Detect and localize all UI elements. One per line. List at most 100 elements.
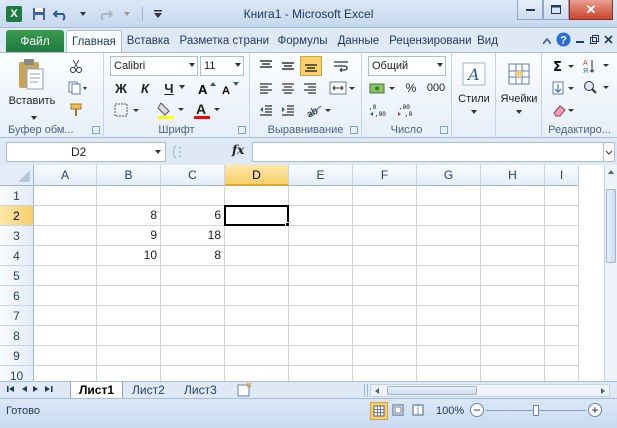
cell-b1[interactable] bbox=[97, 186, 161, 206]
cell-h5[interactable] bbox=[481, 266, 545, 286]
normal-view-icon[interactable] bbox=[370, 402, 388, 420]
cell-f1[interactable] bbox=[353, 186, 417, 206]
cell-a2[interactable] bbox=[34, 206, 97, 226]
cell-e4[interactable] bbox=[289, 246, 353, 266]
cell-b4[interactable]: 10 bbox=[97, 246, 161, 266]
align-top-icon[interactable] bbox=[256, 57, 276, 75]
underline-dropdown-icon[interactable] bbox=[178, 83, 186, 91]
cell-a5[interactable] bbox=[34, 266, 97, 286]
cell-e3[interactable] bbox=[289, 226, 353, 246]
horizontal-scroll-thumb[interactable] bbox=[387, 386, 477, 395]
column-header-d[interactable]: D bbox=[225, 165, 289, 186]
cell-c2[interactable]: 6 bbox=[161, 206, 225, 226]
row-header-5[interactable]: 5 bbox=[0, 266, 34, 286]
cell-c8[interactable] bbox=[161, 326, 225, 346]
column-header-b[interactable]: B bbox=[97, 165, 161, 186]
row-header-4[interactable]: 4 bbox=[0, 246, 34, 266]
fill-icon[interactable] bbox=[550, 79, 578, 97]
cell-h3[interactable] bbox=[481, 226, 545, 246]
font-name-select[interactable]: Calibri bbox=[110, 56, 198, 76]
prev-sheet-icon[interactable] bbox=[20, 383, 28, 397]
cell-f10[interactable] bbox=[353, 366, 417, 381]
styles-icon[interactable]: A bbox=[458, 59, 490, 89]
restore-button[interactable] bbox=[543, 0, 569, 20]
cell-b5[interactable] bbox=[97, 266, 161, 286]
styles-dropdown-icon[interactable] bbox=[470, 109, 478, 115]
align-middle-icon[interactable] bbox=[278, 57, 298, 75]
workbook-close-icon[interactable] bbox=[604, 35, 613, 47]
cell-i10[interactable] bbox=[545, 366, 579, 381]
cell-e10[interactable] bbox=[289, 366, 353, 381]
cell-i8[interactable] bbox=[545, 326, 579, 346]
tab-review[interactable]: Рецензировани bbox=[384, 30, 472, 52]
find-select-icon[interactable] bbox=[582, 79, 612, 97]
font-color-icon[interactable]: A bbox=[192, 99, 222, 121]
cells-button[interactable]: Ячейки bbox=[496, 93, 542, 105]
currency-icon[interactable] bbox=[368, 79, 398, 97]
zoom-out-button[interactable]: − bbox=[470, 403, 484, 417]
scroll-right-icon[interactable] bbox=[598, 386, 608, 396]
underline-button[interactable]: Ч bbox=[160, 79, 178, 97]
workbook-minimize-icon[interactable] bbox=[576, 35, 585, 47]
cell-d5[interactable] bbox=[225, 266, 289, 286]
first-sheet-icon[interactable] bbox=[6, 383, 16, 397]
cell-f3[interactable] bbox=[353, 226, 417, 246]
next-sheet-icon[interactable] bbox=[32, 383, 40, 397]
align-left-icon[interactable] bbox=[256, 79, 276, 97]
copy-icon[interactable] bbox=[66, 79, 90, 97]
bold-button[interactable]: Ж bbox=[112, 79, 130, 97]
insert-function-button[interactable]: fx bbox=[232, 143, 244, 157]
row-header-1[interactable]: 1 bbox=[0, 186, 34, 206]
cell-a8[interactable] bbox=[34, 326, 97, 346]
column-header-i[interactable]: I bbox=[545, 165, 579, 186]
cell-a7[interactable] bbox=[34, 306, 97, 326]
cell-h4[interactable] bbox=[481, 246, 545, 266]
horizontal-scrollbar[interactable] bbox=[370, 384, 610, 397]
cell-d4[interactable] bbox=[225, 246, 289, 266]
cell-g7[interactable] bbox=[417, 306, 481, 326]
tab-data[interactable]: Данные bbox=[333, 30, 385, 52]
cell-c1[interactable] bbox=[161, 186, 225, 206]
vertical-scroll-thumb[interactable] bbox=[606, 189, 616, 263]
cell-e2[interactable] bbox=[289, 206, 353, 226]
select-all-corner[interactable] bbox=[0, 165, 34, 186]
workbook-restore-icon[interactable] bbox=[590, 35, 599, 47]
last-sheet-icon[interactable] bbox=[44, 383, 54, 397]
row-header-3[interactable]: 3 bbox=[0, 226, 34, 246]
cell-d10[interactable] bbox=[225, 366, 289, 381]
cell-i6[interactable] bbox=[545, 286, 579, 306]
cell-h6[interactable] bbox=[481, 286, 545, 306]
cell-e5[interactable] bbox=[289, 266, 353, 286]
page-break-view-icon[interactable] bbox=[410, 402, 428, 420]
cell-f5[interactable] bbox=[353, 266, 417, 286]
cell-f2[interactable] bbox=[353, 206, 417, 226]
cells-dropdown-icon[interactable] bbox=[515, 109, 523, 115]
vertical-scrollbar[interactable] bbox=[604, 165, 617, 381]
paste-dropdown-icon[interactable] bbox=[30, 115, 38, 121]
cell-f4[interactable] bbox=[353, 246, 417, 266]
formula-bar-divider[interactable] bbox=[170, 143, 228, 161]
column-header-a[interactable]: A bbox=[34, 165, 97, 186]
cell-g6[interactable] bbox=[417, 286, 481, 306]
align-center-icon[interactable] bbox=[278, 79, 298, 97]
orientation-icon[interactable]: ab bbox=[304, 101, 332, 119]
zoom-level[interactable]: 100% bbox=[436, 405, 464, 417]
cell-f6[interactable] bbox=[353, 286, 417, 306]
align-right-icon[interactable] bbox=[300, 79, 320, 97]
tab-insert[interactable]: Вставка bbox=[122, 30, 175, 52]
sheet-tab-1[interactable]: Лист1 bbox=[70, 382, 124, 399]
minimize-ribbon-icon[interactable] bbox=[542, 35, 552, 47]
thousands-button[interactable]: 000 bbox=[424, 79, 448, 97]
clipboard-launcher-icon[interactable] bbox=[92, 126, 100, 134]
cell-d3[interactable] bbox=[225, 226, 289, 246]
cell-g8[interactable] bbox=[417, 326, 481, 346]
italic-button[interactable]: К bbox=[136, 79, 154, 97]
number-launcher-icon[interactable] bbox=[440, 126, 448, 134]
cut-icon[interactable] bbox=[66, 57, 86, 75]
borders-icon[interactable] bbox=[112, 101, 142, 119]
cell-i9[interactable] bbox=[545, 346, 579, 366]
cell-i2[interactable] bbox=[545, 206, 579, 226]
font-launcher-icon[interactable] bbox=[238, 126, 246, 134]
sort-filter-icon[interactable]: AЯ bbox=[582, 57, 612, 75]
cell-a3[interactable] bbox=[34, 226, 97, 246]
